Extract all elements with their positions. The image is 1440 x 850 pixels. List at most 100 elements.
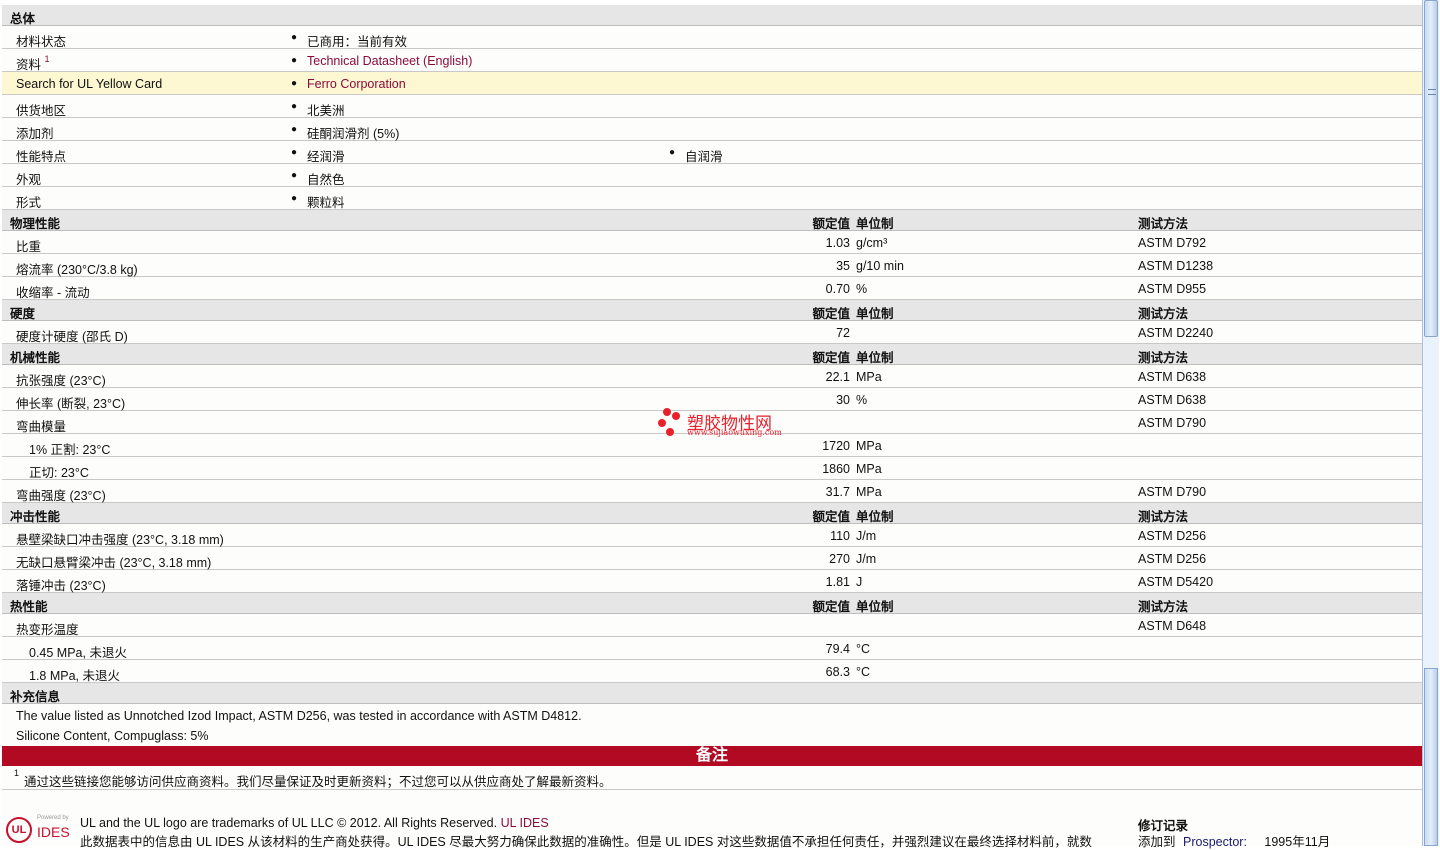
row-value: 硅酮润滑剂 (5%) [307,127,400,141]
property-label: 落锤冲击 (23°C) [16,579,106,593]
table-row: 弯曲强度 (23°C) 31.7 MPa ASTM D790 [2,480,1422,503]
property-label: 伸长率 (断裂, 23°C) [16,397,126,411]
property-unit: MPa [856,462,882,476]
bullet-icon: ● [669,147,676,158]
column-header-value: 额定值 [812,510,850,524]
property-unit: J/m [856,552,877,566]
column-header-method: 测试方法 [1138,510,1189,524]
bullet-icon: ● [291,147,298,158]
test-method: ASTM D790 [1138,485,1207,499]
table-row: 比重 1.03 g/cm³ ASTM D792 [2,231,1422,254]
property-unit: J [856,575,863,589]
property-unit: g/cm³ [856,236,888,250]
table-row: 硬度计硬度 (邵氏 D) 72 ASTM D2240 [2,321,1422,344]
test-method: ASTM D2240 [1138,326,1214,340]
section-header: 热性能 额定值 单位制 测试方法 [2,593,1422,614]
test-method: ASTM D1238 [1138,259,1214,273]
row-label: 材料状态 [16,35,67,49]
row-value: 自润滑 [685,150,723,164]
column-header-unit: 单位制 [856,510,894,524]
property-unit: MPa [856,439,882,453]
section-header: 硬度 额定值 单位制 测试方法 [2,300,1422,321]
row-value: 北美洲 [307,104,345,118]
test-method: ASTM D638 [1138,370,1207,384]
table-row: 热变形温度 ASTM D648 [2,614,1422,637]
section-title: 补充信息 [10,690,61,704]
row-label: 外观 [16,173,42,187]
ul-logo-icon: UL [6,817,32,843]
row-label: 资料 1 [16,53,50,72]
value-link[interactable]: Ferro Corporation [307,77,406,91]
column-header-method: 测试方法 [1138,351,1189,365]
section-header-general: 总体 [2,5,1422,26]
test-method: ASTM D648 [1138,619,1207,633]
property-label: 0.45 MPa, 未退火 [29,646,127,660]
footnote-mark: 1 [14,768,20,778]
property-label: 比重 [16,240,42,254]
scrollbar-thumb[interactable] [1424,0,1438,337]
property-value: 0.70 [825,282,850,296]
row-value: 颗粒料 [307,196,345,210]
test-method: ASTM D792 [1138,236,1207,250]
table-row: 正切: 23°C 1860 MPa [2,457,1422,480]
revision-date: 1995年11月 [1264,835,1331,849]
property-label: 熔流率 (230°C/3.8 kg) [16,263,138,277]
property-label: 弯曲模量 [16,420,67,434]
footnote-marker: 1 [44,53,50,64]
property-unit: MPa [856,485,882,499]
bullet-icon: ● [291,78,298,89]
property-unit: J/m [856,529,877,543]
note-line: Silicone Content, Compuglass: 5% [16,729,209,743]
watermark: 塑胶物性网 www.sujiaowuxing.com [656,406,796,440]
table-row: 资料 1 ● Technical Datasheet (English) [2,49,1422,72]
scrollbar-track-lower[interactable] [1424,668,1438,846]
row-label: 添加剂 [16,127,54,141]
row-label: 形式 [16,196,42,210]
ul-ides-link[interactable]: UL IDES [501,816,549,830]
table-row: 供货地区 ● 北美洲 [2,95,1422,118]
property-label: 热变形温度 [16,623,79,637]
property-label: 抗张强度 (23°C) [16,374,106,388]
property-unit: g/10 min [856,259,904,273]
table-row: 无缺口悬臂梁冲击 (23°C, 3.18 mm) 270 J/m ASTM D256 [2,547,1422,570]
property-label: 悬壁梁缺口冲击强度 (23°C, 3.18 mm) [16,533,224,547]
bullet-icon: ● [291,170,298,181]
vertical-scrollbar[interactable] [1422,0,1439,846]
value-link[interactable]: Technical Datasheet (English) [307,54,472,68]
property-unit: % [856,282,868,296]
row-label: 供货地区 [16,104,67,118]
prospector-link[interactable]: Prospector: [1183,835,1247,849]
column-header-method: 测试方法 [1138,307,1189,321]
powered-by: Powered by [37,815,69,821]
property-label: 1.8 MPa, 未退火 [29,669,120,683]
property-value: 30 [836,393,850,407]
property-value: 270 [829,552,850,566]
test-method: ASTM D256 [1138,552,1207,566]
grip-icon [1428,89,1436,95]
property-label: 正切: 23°C [29,466,89,480]
bullet-icon: ● [291,55,298,66]
column-header-unit: 单位制 [856,351,894,365]
test-method: ASTM D638 [1138,393,1207,407]
column-header-unit: 单位制 [856,600,894,614]
table-row: 形式 ● 颗粒料 [2,187,1422,210]
table-row: 落锤冲击 (23°C) 1.81 J ASTM D5420 [2,570,1422,593]
footer: UL Powered by IDES UL and the UL logo ar… [2,805,1422,849]
section-title: 总体 [10,12,36,26]
ides-text: IDES [37,824,70,840]
column-header-value: 额定值 [812,307,850,321]
property-label: 硬度计硬度 (邵氏 D) [16,330,128,344]
row-value: 经润滑 [307,150,345,164]
section-title: 物理性能 [10,217,61,231]
bullet-icon: ● [291,193,298,204]
property-unit: °C [856,665,871,679]
property-value: 110 [830,529,850,543]
row-value: 已商用：当前有效 [307,35,408,49]
bullet-icon: ● [291,101,298,112]
property-unit: °C [856,642,871,656]
footnote-text: 通过这些链接您能够访问供应商资料。我们尽量保证及时更新资料；不过您可以从供应商处… [24,775,612,789]
section-title: 热性能 [10,600,48,614]
test-method: ASTM D790 [1138,416,1207,430]
row-label: 性能特点 [16,150,67,164]
ul-ides-logo: UL Powered by IDES [6,815,72,845]
